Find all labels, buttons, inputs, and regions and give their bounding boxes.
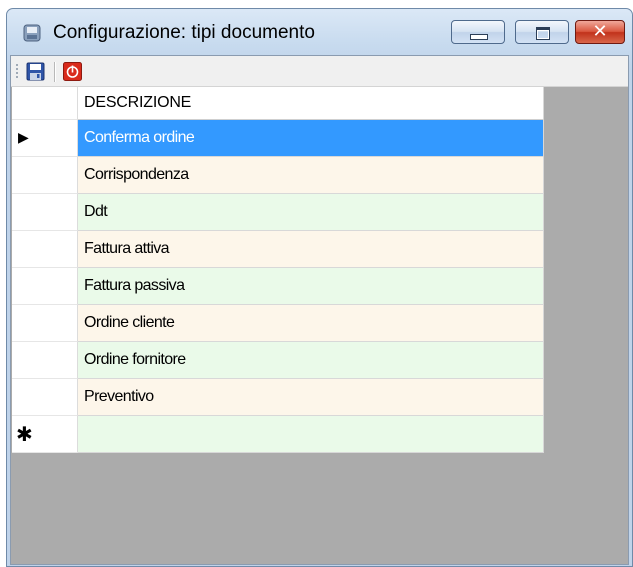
descrizione-cell[interactable]: Fattura passiva <box>78 268 544 305</box>
current-row-icon: ▶ <box>18 130 29 146</box>
descrizione-cell[interactable]: Fattura attiva <box>78 231 544 268</box>
descrizione-cell[interactable]: Corrispondenza <box>78 157 544 194</box>
row-header[interactable] <box>12 231 78 268</box>
app-icon <box>23 24 41 42</box>
new-row-cell[interactable] <box>78 416 544 453</box>
column-header-descrizione[interactable]: DESCRIZIONE <box>78 87 544 120</box>
maximize-icon <box>536 27 550 40</box>
descrizione-cell[interactable]: Ordine fornitore <box>78 342 544 379</box>
power-icon[interactable] <box>62 61 83 82</box>
grid-corner-header[interactable] <box>12 87 78 120</box>
close-icon: ✕ <box>592 21 608 42</box>
descrizione-cell[interactable]: Ordine cliente <box>78 305 544 342</box>
toolbar-grip[interactable] <box>16 63 18 80</box>
table-row[interactable]: Preventivo <box>12 379 544 416</box>
row-header[interactable] <box>12 305 78 342</box>
close-button[interactable]: ✕ <box>575 20 625 44</box>
window-title: Configurazione: tipi documento <box>53 22 315 43</box>
new-row-icon: ✱ <box>16 422 33 446</box>
minimize-icon <box>470 34 488 40</box>
row-header[interactable]: ▶ <box>12 120 78 157</box>
app-window: Configurazione: tipi documento ✕ DESCRIZ… <box>6 8 633 567</box>
row-header[interactable]: ✱ <box>12 416 78 453</box>
grid-header-row: DESCRIZIONE <box>12 87 544 120</box>
document-types-grid: DESCRIZIONE ▶ Conferma ordine Corrisponden… <box>12 87 544 453</box>
minimize-button[interactable] <box>451 20 505 44</box>
descrizione-cell[interactable]: Conferma ordine <box>78 120 544 157</box>
toolbar-separator <box>54 62 55 82</box>
row-header[interactable] <box>12 194 78 231</box>
maximize-button[interactable] <box>515 20 569 44</box>
grid-new-row[interactable]: ✱ <box>12 416 544 453</box>
client-area: DESCRIZIONE ▶ Conferma ordine Corrisponden… <box>10 55 629 565</box>
toolbar <box>11 56 628 87</box>
row-header[interactable] <box>12 157 78 194</box>
descrizione-cell[interactable]: Ddt <box>78 194 544 231</box>
row-header[interactable] <box>12 268 78 305</box>
table-row[interactable]: Fattura attiva <box>12 231 544 268</box>
title-bar[interactable]: Configurazione: tipi documento ✕ <box>7 9 632 55</box>
table-row[interactable]: Corrispondenza <box>12 157 544 194</box>
table-row[interactable]: Ddt <box>12 194 544 231</box>
table-row[interactable]: Ordine cliente <box>12 305 544 342</box>
table-row[interactable]: Fattura passiva <box>12 268 544 305</box>
table-row[interactable]: ▶ Conferma ordine <box>12 120 544 157</box>
row-header[interactable] <box>12 342 78 379</box>
descrizione-cell[interactable]: Preventivo <box>78 379 544 416</box>
table-row[interactable]: Ordine fornitore <box>12 342 544 379</box>
save-icon[interactable] <box>25 61 46 82</box>
row-header[interactable] <box>12 379 78 416</box>
